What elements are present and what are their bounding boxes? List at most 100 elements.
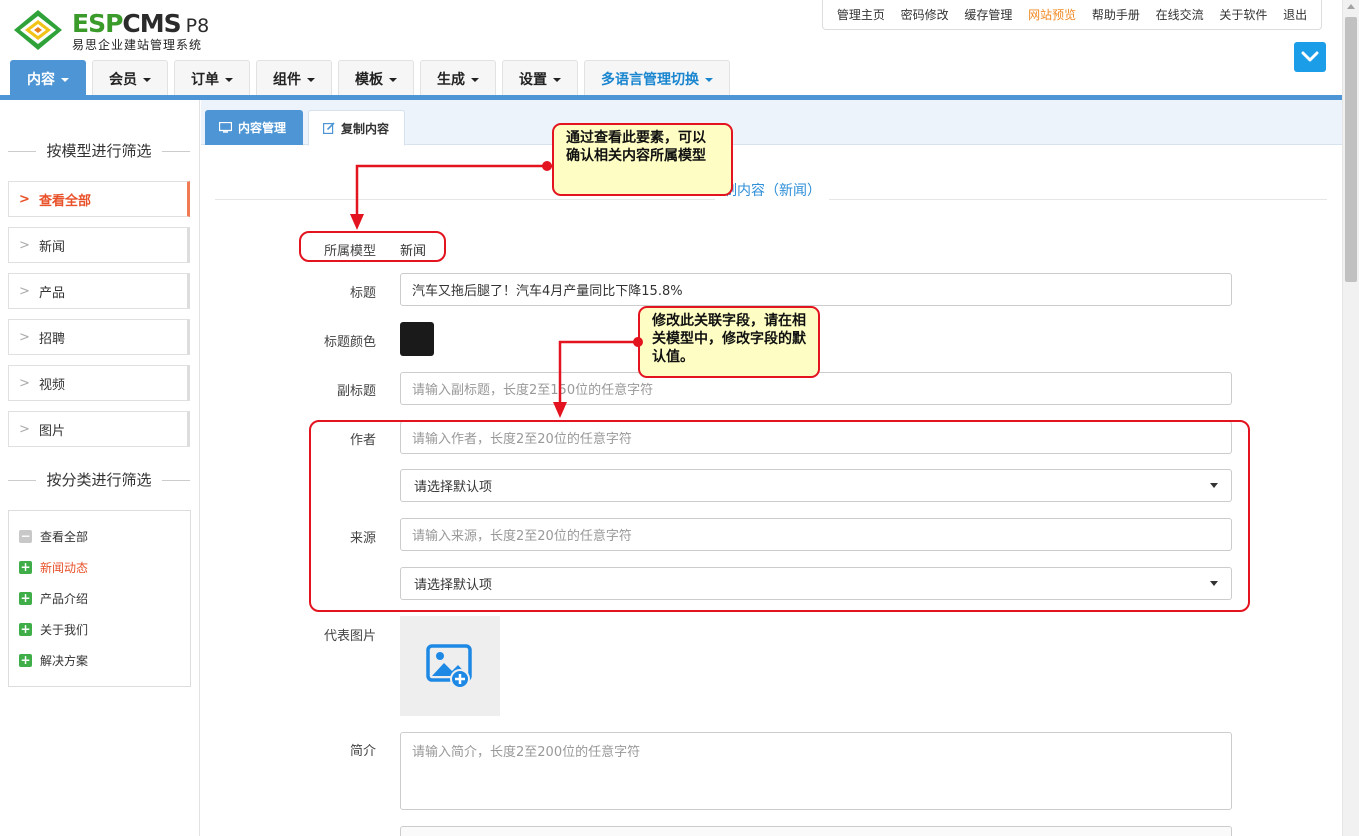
chevron-right-icon: > bbox=[19, 329, 30, 345]
chevron-right-icon: > bbox=[19, 191, 30, 207]
nav-component[interactable]: 组件 bbox=[256, 60, 332, 96]
logo-cms: CMS bbox=[122, 9, 181, 38]
caret-down-icon bbox=[143, 77, 151, 82]
tab-content-manage-label: 内容管理 bbox=[238, 121, 287, 135]
nav-content[interactable]: 内容 bbox=[10, 60, 86, 96]
title-color-label: 标题颜色 bbox=[323, 335, 376, 350]
nav-settings-label: 设置 bbox=[519, 71, 547, 88]
summary-textarea[interactable]: 请输入简介，长度2至200位的任意字符 bbox=[400, 732, 1232, 810]
tab-copy-content[interactable]: 复制内容 bbox=[308, 110, 405, 146]
caret-down-icon bbox=[553, 77, 561, 82]
link-cache-manage[interactable]: 缓存管理 bbox=[964, 6, 1012, 23]
tab-content-manage[interactable]: 内容管理 bbox=[205, 110, 303, 145]
page-scrollbar[interactable] bbox=[1342, 0, 1359, 836]
top-links-bar: 管理主页 密码修改 缓存管理 网站预览 帮助手册 在线交流 关于软件 退出 bbox=[822, 0, 1322, 30]
rich-editor-toolbar[interactable] bbox=[400, 826, 1232, 836]
annotation-callout-model: 通过查看此要素，可以确认相关内容所属模型 bbox=[552, 123, 733, 196]
expand-plus-icon[interactable]: + bbox=[19, 623, 32, 636]
link-help-manual[interactable]: 帮助手册 bbox=[1092, 6, 1140, 23]
logo-esp: ESP bbox=[72, 9, 123, 38]
sidebar-model-label: 产品 bbox=[39, 285, 66, 301]
subtitle-input[interactable]: 请输入副标题，长度2至150位的任意字符 bbox=[400, 372, 1232, 405]
category-item-about[interactable]: + 关于我们 bbox=[9, 614, 190, 645]
link-about-software[interactable]: 关于软件 bbox=[1219, 6, 1267, 23]
sidebar-model-all[interactable]: > 查看全部 bbox=[8, 181, 190, 217]
link-password-change[interactable]: 密码修改 bbox=[901, 6, 949, 23]
chevron-right-icon: > bbox=[19, 237, 30, 253]
sidebar-model-recruit[interactable]: > 招聘 bbox=[8, 319, 190, 355]
category-item-solution[interactable]: + 解决方案 bbox=[9, 645, 190, 676]
caret-down-icon bbox=[389, 77, 397, 82]
model-filter-title: 按模型进行筛选 bbox=[8, 140, 190, 161]
chevron-down-icon bbox=[1301, 51, 1319, 62]
form-heading: 制内容（新闻） bbox=[215, 180, 1327, 200]
nav-language-switch[interactable]: 多语言管理切换 bbox=[584, 60, 730, 96]
sidebar-model-label: 视频 bbox=[39, 377, 66, 393]
title-input[interactable]: 汽车又拖后腿了！汽车4月产量同比下降15.8% bbox=[400, 273, 1232, 306]
monitor-icon bbox=[219, 122, 232, 133]
edit-icon bbox=[323, 122, 335, 134]
main-nav: 内容 会员 订单 组件 模板 生成 设置 多语言管理切换 bbox=[10, 60, 736, 96]
category-label: 新闻动态 bbox=[40, 561, 89, 575]
link-online-chat[interactable]: 在线交流 bbox=[1156, 6, 1204, 23]
nav-component-label: 组件 bbox=[273, 71, 301, 88]
summary-label: 简介 bbox=[349, 744, 376, 759]
nav-settings[interactable]: 设置 bbox=[502, 60, 578, 96]
sidebar-model-label: 新闻 bbox=[39, 239, 66, 255]
category-item-news[interactable]: + 新闻动态 bbox=[9, 552, 190, 583]
link-logout[interactable]: 退出 bbox=[1283, 6, 1307, 23]
link-site-preview[interactable]: 网站预览 bbox=[1028, 6, 1076, 23]
collapse-minus-icon[interactable]: − bbox=[19, 530, 32, 543]
annotation-model-highlight bbox=[299, 231, 446, 262]
sidebar-model-product[interactable]: > 产品 bbox=[8, 273, 190, 309]
expand-plus-icon[interactable]: + bbox=[19, 654, 32, 667]
tab-copy-content-label: 复制内容 bbox=[341, 121, 390, 136]
nav-order[interactable]: 订单 bbox=[174, 60, 250, 96]
nav-member[interactable]: 会员 bbox=[92, 60, 168, 96]
category-item-product[interactable]: + 产品介绍 bbox=[9, 583, 190, 614]
sidebar-model-label: 查看全部 bbox=[39, 193, 92, 209]
nav-content-label: 内容 bbox=[27, 71, 55, 88]
nav-template-label: 模板 bbox=[355, 71, 383, 88]
annotation-callout-field: 修改此关联字段，请在相关模型中，修改字段的默认值。 bbox=[638, 306, 820, 378]
cover-image-label: 代表图片 bbox=[323, 629, 376, 644]
cover-image-upload[interactable] bbox=[400, 616, 500, 716]
category-label: 解决方案 bbox=[40, 654, 89, 668]
chevron-right-icon: > bbox=[19, 375, 30, 391]
nav-member-label: 会员 bbox=[109, 71, 137, 88]
caret-down-icon bbox=[61, 77, 69, 82]
espcms-logo-icon bbox=[14, 10, 62, 50]
collapse-header-button[interactable] bbox=[1294, 42, 1326, 72]
logo-subtitle: 易思企业建站管理系统 bbox=[72, 38, 203, 52]
nav-generate-label: 生成 bbox=[437, 71, 465, 88]
sidebar-model-image[interactable]: > 图片 bbox=[8, 411, 190, 447]
title-label: 标题 bbox=[349, 286, 376, 301]
expand-plus-icon[interactable]: + bbox=[19, 592, 32, 605]
title-color-swatch[interactable] bbox=[400, 322, 434, 356]
logo[interactable]: ESPCMS P8 易思企业建站管理系统 bbox=[12, 8, 242, 54]
annotation-dot bbox=[633, 337, 643, 347]
annotation-dot bbox=[542, 161, 552, 171]
add-image-icon bbox=[426, 644, 472, 689]
caret-down-icon bbox=[225, 77, 233, 82]
sidebar: 按模型进行筛选 > 查看全部 > 新闻 > 产品 > 招聘 > 视频 > 图片 按分类进行筛… bbox=[0, 100, 200, 836]
scroll-thumb[interactable] bbox=[1345, 17, 1357, 282]
category-item-all[interactable]: − 查看全部 bbox=[9, 521, 190, 552]
sidebar-model-news[interactable]: > 新闻 bbox=[8, 227, 190, 263]
header: ESPCMS P8 易思企业建站管理系统 管理主页 密码修改 缓存管理 网站预览 … bbox=[0, 0, 1342, 100]
category-label: 产品介绍 bbox=[40, 592, 89, 606]
nav-order-label: 订单 bbox=[191, 71, 219, 88]
nav-template[interactable]: 模板 bbox=[338, 60, 414, 96]
nav-language-label: 多语言管理切换 bbox=[601, 71, 699, 88]
nav-generate[interactable]: 生成 bbox=[420, 60, 496, 96]
caret-down-icon bbox=[471, 77, 479, 82]
caret-down-icon bbox=[307, 77, 315, 82]
link-admin-home[interactable]: 管理主页 bbox=[837, 6, 885, 23]
expand-plus-icon[interactable]: + bbox=[19, 561, 32, 574]
caret-down-icon bbox=[705, 77, 713, 82]
scroll-up-arrow-icon[interactable] bbox=[1347, 4, 1355, 9]
sidebar-model-label: 图片 bbox=[39, 423, 66, 439]
sidebar-model-video[interactable]: > 视频 bbox=[8, 365, 190, 401]
content-tabs: 内容管理 复制内容 bbox=[201, 100, 1342, 146]
chevron-right-icon: > bbox=[19, 421, 30, 437]
